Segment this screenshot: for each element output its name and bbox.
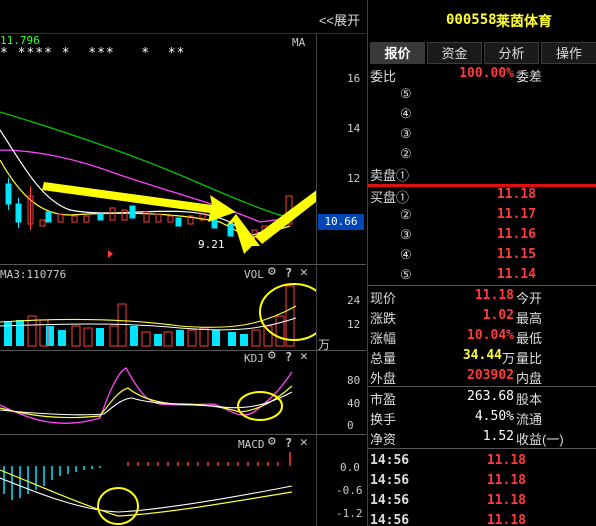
ratio-label: 委比 (370, 69, 397, 84)
buy-price: 11.15 (496, 247, 536, 262)
tick-price: 11.18 (486, 473, 526, 488)
list-item: 14:56 11.18 (368, 510, 596, 526)
low-label: 最低 (516, 331, 543, 346)
tab-funds[interactable]: 资金 (427, 42, 482, 64)
change-value: 1.02 (482, 308, 514, 323)
quote-panel: 000558 莱茵体育 报价 资金 分析 操作 委比 100.00% 委差 ⑤ … (367, 0, 596, 526)
buy-level-label: ④ (400, 247, 412, 262)
price-axis-tick: 14 (347, 122, 361, 135)
sell1-label: 卖盘① (370, 168, 410, 183)
equity-label: 股本 (516, 392, 543, 407)
turnover-value: 4.50% (474, 409, 514, 424)
buy1-label: 买盘① (370, 190, 410, 205)
buy-price: 11.16 (496, 227, 536, 242)
buy-level-label: ② (400, 207, 412, 222)
pe-label: 市盈 (370, 392, 397, 407)
list-item: 14:56 11.18 (368, 470, 596, 490)
gear-icon[interactable]: ⚙ (268, 264, 276, 279)
buy-price: 11.17 (496, 207, 536, 222)
tab-analysis[interactable]: 分析 (484, 42, 539, 64)
macd-chart (0, 452, 293, 525)
inner-label: 内盘 (516, 371, 543, 386)
sell-level-label: ③ (400, 126, 412, 141)
now-price-label: 现价 (370, 291, 397, 306)
tick-price: 11.18 (486, 513, 526, 526)
buy-level-label: ⑤ (400, 267, 412, 282)
tick-list: 14:56 11.18 14:56 11.18 14:56 11.18 14:5… (368, 450, 596, 526)
outer-value: 203902 (467, 368, 514, 383)
nav-value: 1.52 (482, 429, 514, 444)
tick-time: 14:56 (370, 513, 410, 526)
volume-label: 总量 (370, 351, 397, 366)
tick-time: 14:56 (370, 473, 410, 488)
buy-level-label: ③ (400, 227, 412, 242)
volume-unit: 万 (318, 338, 331, 352)
stock-name: 莱茵体育 (496, 13, 552, 29)
kdj-axis-tick: 80 (347, 374, 361, 387)
tab-quote[interactable]: 报价 (370, 42, 425, 64)
volume-value: 34.44 (462, 348, 502, 363)
volume-axis-tick: 24 (347, 294, 361, 307)
candlestick-chart (0, 111, 316, 258)
sell-level-label: ② (400, 146, 412, 161)
change-label: 涨跌 (370, 311, 397, 326)
volume-ratio-label: 量比 (516, 351, 543, 366)
list-item: 14:56 11.18 (368, 450, 596, 470)
macd-axis-tick: -1.2 (336, 507, 363, 520)
price-axis-tick: 16 (347, 72, 361, 85)
price-axis-tick: 12 (347, 172, 361, 185)
change-pct-value: 10.04% (467, 328, 514, 343)
pe-value: 263.68 (467, 389, 514, 404)
chart-top-bar (0, 0, 366, 34)
tick-time: 14:56 (370, 493, 410, 508)
volume-chart (0, 283, 316, 347)
now-price-value: 11.18 (474, 288, 514, 303)
nav-label: 净资 (370, 432, 397, 447)
stock-code: 000558 (446, 12, 497, 28)
volume-unit: 万 (502, 351, 516, 366)
tick-price: 11.18 (486, 453, 526, 468)
float-label: 流通 (516, 412, 543, 427)
diff-label: 委差 (516, 69, 543, 84)
ratio-value: 100.00% (459, 66, 514, 81)
open-label: 今开 (516, 291, 543, 306)
kline-chart-panel[interactable]: <<展开 11.796 * **** * *** * ** MA 16 14 1… (0, 0, 366, 526)
high-label: 最高 (516, 311, 543, 326)
change-pct-label: 涨幅 (370, 331, 397, 346)
kdj-axis-tick: 0 (347, 419, 354, 432)
sell-level-label: ④ (400, 106, 412, 121)
tick-price: 11.18 (486, 493, 526, 508)
tab-operation[interactable]: 操作 (541, 42, 596, 64)
close-icon[interactable]: ✕ (300, 265, 308, 280)
eps-label: 收益(一) (516, 432, 564, 447)
kdj-chart (0, 367, 293, 424)
turnover-label: 换手 (370, 412, 397, 427)
expand-button[interactable]: <<展开 (319, 10, 360, 29)
sell-level-label: ⑤ (400, 86, 412, 101)
list-item: 14:56 11.18 (368, 490, 596, 510)
current-price-marker: 10.66 (318, 214, 364, 230)
volume-axis-tick: 12 (347, 318, 361, 331)
macd-axis-tick: -0.6 (336, 484, 363, 497)
outer-label: 外盘 (370, 371, 397, 386)
tick-time: 14:56 (370, 453, 410, 468)
macd-axis-tick: 0.0 (340, 461, 360, 474)
buy-price: 11.18 (496, 187, 536, 202)
buy-price: 11.14 (496, 267, 536, 282)
help-icon[interactable]: ? (285, 266, 292, 280)
low-price-marker: 9.21 (198, 238, 225, 251)
kdj-axis-tick: 40 (347, 397, 361, 410)
